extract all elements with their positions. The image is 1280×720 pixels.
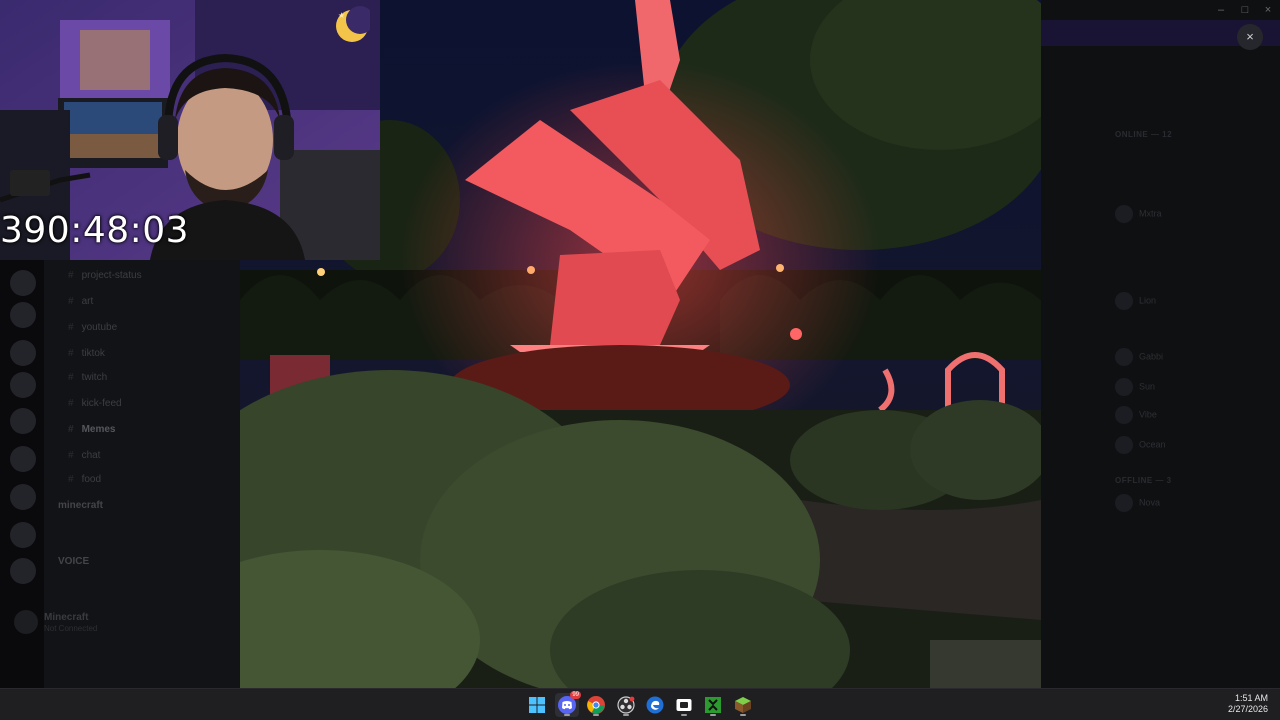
member-item[interactable]: Gabbi	[1115, 348, 1163, 366]
member-name: Gabbi	[1139, 351, 1164, 362]
member-item[interactable]: Nova	[1115, 494, 1160, 512]
channel-label: tiktok	[81, 348, 105, 359]
member-section-header: OFFLINE — 3	[1115, 476, 1172, 485]
moon-icon: ★	[336, 6, 370, 42]
channel-label: chat	[81, 450, 101, 461]
member-name: Ocean	[1139, 439, 1166, 450]
clock-date: 2/27/2026	[1227, 704, 1268, 714]
member-item[interactable]: Sun	[1115, 378, 1155, 396]
channel-label: kick-feed	[81, 398, 122, 409]
member-name: Lion	[1139, 295, 1157, 306]
avatar	[1115, 292, 1133, 310]
server-icon[interactable]	[10, 522, 36, 548]
channel-label: youtube	[81, 322, 118, 333]
voice-server-name: Minecraft	[44, 612, 89, 623]
taskbar-discord[interactable]: 99	[555, 691, 581, 717]
channel-label: twitch	[81, 372, 108, 383]
voice-status-footer: Minecraft Not Connected	[14, 610, 234, 640]
member-item[interactable]: Ocean	[1115, 436, 1166, 454]
member-name: Vibe	[1139, 409, 1157, 420]
obs-icon	[617, 696, 635, 714]
window-close-button[interactable]: ×	[1262, 4, 1274, 16]
server-icon[interactable]	[10, 408, 36, 434]
minecraft-icon	[735, 697, 751, 713]
stream-timer: 390:48:03	[0, 210, 190, 251]
taskbar-edge-dev[interactable]	[643, 693, 667, 717]
server-icon[interactable]	[10, 302, 36, 328]
server-icon[interactable]	[10, 484, 36, 510]
channel-label: project-status	[81, 270, 142, 281]
edge-dev-icon	[646, 696, 664, 714]
member-name: Mxtra	[1139, 208, 1162, 219]
avatar	[1115, 406, 1133, 424]
member-name: Sun	[1139, 381, 1156, 392]
channel-item[interactable]: # chat	[68, 450, 100, 461]
chrome-icon	[587, 696, 605, 714]
member-item[interactable]: Vibe	[1115, 406, 1157, 424]
server-icon[interactable]	[10, 558, 36, 584]
running-indicator	[681, 714, 687, 716]
taskbar-minecraft[interactable]	[731, 693, 755, 717]
start-button[interactable]	[525, 693, 549, 717]
channel-item[interactable]: # twitch	[68, 372, 107, 383]
avatar	[1115, 494, 1133, 512]
channel-item[interactable]: # art	[68, 296, 93, 307]
taskbar-xbox[interactable]	[701, 693, 725, 717]
taskbar-camera[interactable]	[672, 693, 696, 717]
member-section-header: ONLINE — 12	[1115, 130, 1173, 139]
server-icon[interactable]	[10, 446, 36, 472]
taskbar-obs[interactable]	[614, 693, 638, 717]
server-icon[interactable]	[10, 270, 36, 296]
member-item[interactable]: Lion	[1115, 292, 1156, 310]
server-icon[interactable]	[10, 372, 36, 398]
running-indicator	[623, 714, 629, 716]
notification-badge: 99	[570, 691, 581, 699]
member-name: Nova	[1139, 497, 1161, 508]
channel-item[interactable]: # kick-feed	[68, 398, 122, 409]
avatar	[1115, 205, 1133, 223]
channel-category[interactable]: VOICE	[58, 556, 89, 567]
running-indicator	[564, 714, 570, 716]
taskbar-chrome[interactable]	[584, 693, 608, 717]
svg-text:★: ★	[338, 11, 345, 20]
close-preview-button[interactable]: ×	[1237, 24, 1263, 50]
camera-app-icon	[676, 699, 692, 711]
maximize-button[interactable]: □	[1239, 4, 1251, 16]
channel-label: food	[81, 474, 102, 485]
channel-item[interactable]: # project-status	[68, 270, 142, 281]
running-indicator	[740, 714, 746, 716]
channel-item[interactable]: # youtube	[68, 322, 117, 333]
channel-category[interactable]: minecraft	[58, 500, 103, 511]
avatar	[1115, 436, 1133, 454]
channel-label: art	[81, 296, 94, 307]
system-clock[interactable]: 1:51 AM 2/27/2026	[1228, 693, 1268, 715]
xbox-icon	[705, 697, 721, 713]
voice-status-text: Not Connected	[44, 624, 98, 633]
member-list-panel	[1041, 0, 1280, 688]
webcam-overlay: ★ 390:48:03	[0, 0, 380, 260]
channel-item[interactable]: # food	[68, 474, 101, 485]
channel-label: Memes	[81, 424, 116, 435]
clock-time: 1:51 AM	[1234, 693, 1268, 703]
channel-item[interactable]: # Memes	[68, 424, 115, 435]
channel-item[interactable]: # tiktok	[68, 348, 105, 359]
running-indicator	[710, 714, 716, 716]
windows-start-icon	[529, 697, 545, 713]
avatar	[1115, 378, 1133, 396]
member-item[interactable]: Mxtra	[1115, 205, 1162, 223]
running-indicator	[593, 714, 599, 716]
server-icon[interactable]	[10, 340, 36, 366]
avatar	[1115, 348, 1133, 366]
minimize-button[interactable]: –	[1215, 4, 1227, 16]
server-avatar	[14, 610, 38, 634]
taskbar: 99 1:51 AM 2/27/2026	[0, 688, 1280, 720]
